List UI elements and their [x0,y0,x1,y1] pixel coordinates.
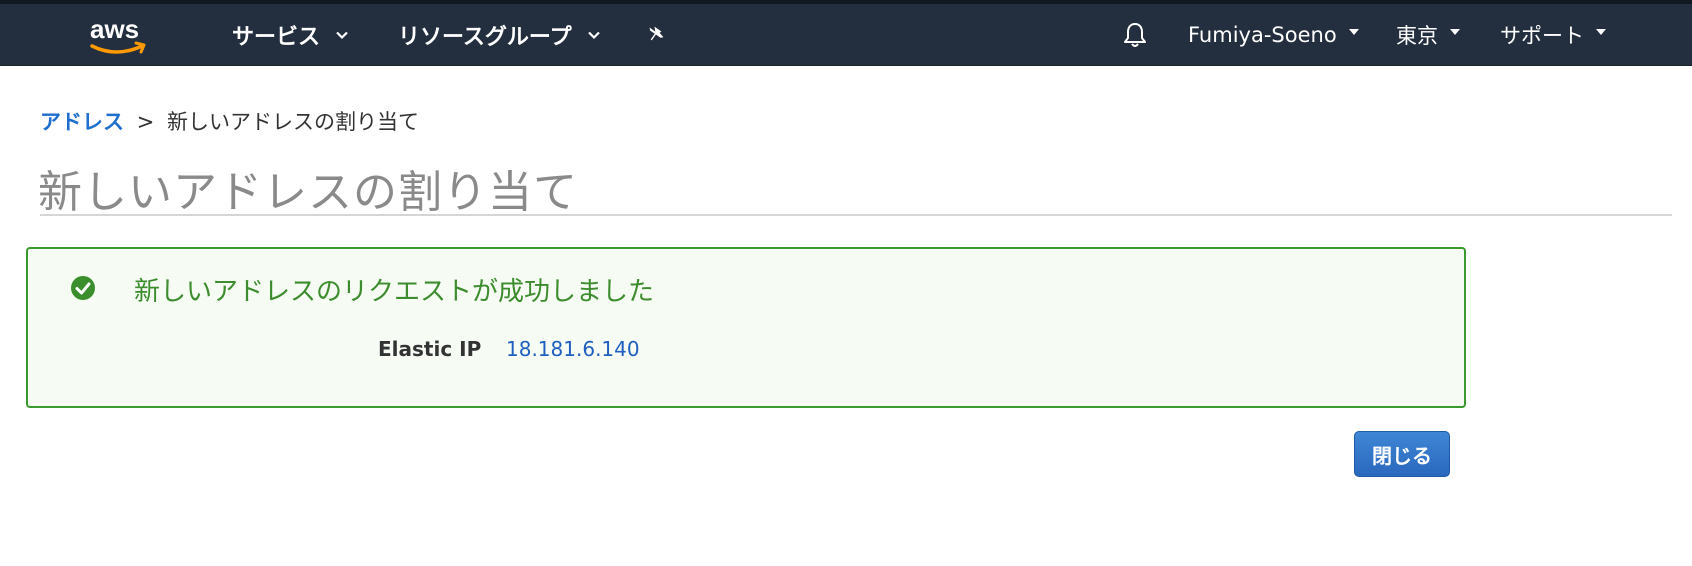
breadcrumb: アドレス > 新しいアドレスの割り当て [40,106,419,136]
pin-icon [649,26,664,41]
breadcrumb-addresses-link[interactable]: アドレス [40,110,124,134]
caret-down-icon [1596,29,1606,35]
aws-logo[interactable]: aws [86,14,156,58]
caret-down-icon [1348,29,1359,35]
close-button[interactable]: 閉じる [1354,431,1450,477]
account-menu[interactable]: Fumiya-Soeno [1188,4,1359,66]
notifications-button[interactable] [1122,4,1148,66]
aws-logo-text: aws [90,14,139,44]
chevron-down-icon [336,31,348,40]
resource-groups-menu[interactable]: リソースグループ [398,4,600,66]
top-navigation-bar: aws サービス リソースグループ Fumiya-Soeno 東京 サポート [0,0,1692,66]
services-label: サービス [232,25,321,50]
elastic-ip-value[interactable]: 18.181.6.140 [506,337,640,361]
services-menu[interactable]: サービス [232,4,348,66]
page-title: 新しいアドレスの割り当て [38,167,578,218]
account-label: Fumiya-Soeno [1188,23,1337,47]
title-divider [40,214,1672,216]
success-alert: 新しいアドレスのリクエストが成功しました Elastic IP 18.181.6… [26,247,1466,408]
support-label: サポート [1500,24,1584,48]
caret-down-icon [1450,29,1460,35]
region-label: 東京 [1396,24,1438,48]
breadcrumb-separator: > [136,110,155,134]
check-circle-icon [71,276,95,300]
resource-groups-label: リソースグループ [398,25,572,50]
elastic-ip-label: Elastic IP [378,337,482,361]
pin-button[interactable] [648,4,670,66]
breadcrumb-current: 新しいアドレスの割り当て [166,110,419,134]
chevron-down-icon [587,31,600,40]
support-menu[interactable]: サポート [1500,4,1606,66]
success-message: 新しいアドレスのリクエストが成功しました [134,277,655,307]
region-menu[interactable]: 東京 [1396,4,1460,66]
bell-icon [1124,23,1146,47]
